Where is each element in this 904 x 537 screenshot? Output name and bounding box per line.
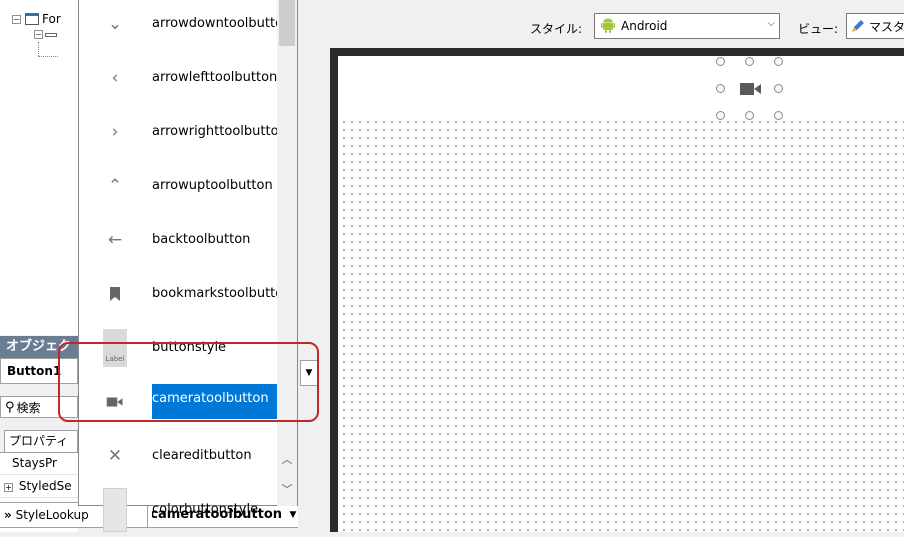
property-row[interactable]: StaysPr <box>0 453 78 475</box>
pencil-icon <box>852 20 864 32</box>
style-option[interactable]: ⌄ arrowdowntoolbutton <box>79 0 277 51</box>
scroll-down-icon[interactable]: ﹀ <box>279 480 295 500</box>
style-option[interactable]: colorbuttonstyle <box>79 483 277 537</box>
property-name: StaysPr <box>12 456 57 470</box>
tree-node-form[interactable]: − For <box>12 12 61 26</box>
form-icon <box>25 13 39 25</box>
search-placeholder: 検索 <box>16 400 41 415</box>
object-inspector-title: オブジェク <box>0 336 78 358</box>
tree-node-child[interactable]: − <box>34 30 57 39</box>
style-option[interactable]: ✕ cleareditbutton <box>79 429 277 483</box>
resize-handle[interactable] <box>774 84 783 93</box>
style-option-label: colorbuttonstyle <box>152 502 259 517</box>
style-option-label: arrowlefttoolbutton <box>152 70 277 85</box>
structure-tree: − For − <box>0 0 78 335</box>
style-option[interactable]: ← backtoolbutton <box>79 213 277 267</box>
style-selector[interactable]: Android ⌵ <box>594 13 780 39</box>
designer-toolbar: スタイル: Android ⌵ ビュー: マスタ <box>320 0 904 50</box>
style-option[interactable]: cameratoolbutton <box>79 375 277 429</box>
chevron-down-icon: ⌄ <box>107 14 123 34</box>
resize-handle[interactable] <box>716 84 725 93</box>
style-option[interactable]: › arrowrighttoolbutton <box>79 105 277 159</box>
resize-handle[interactable] <box>745 111 754 120</box>
collapse-icon[interactable]: − <box>12 14 21 24</box>
style-value: Android <box>621 19 668 33</box>
camera-icon[interactable] <box>740 81 762 97</box>
stylelookup-label: StyleLookup <box>15 508 89 522</box>
style-option[interactable]: ‹ arrowlefttoolbutton <box>79 51 277 105</box>
tab-properties[interactable]: プロパティ <box>4 430 78 452</box>
back-arrow-icon: ← <box>107 230 123 250</box>
chevron-down-icon[interactable]: ⌵ <box>767 18 775 29</box>
chevron-left-icon: ‹ <box>111 68 119 88</box>
search-icon: ⚲ <box>5 399 15 415</box>
style-option-label: buttonstyle <box>152 340 227 355</box>
style-option-label: bookmarkstoolbutton <box>152 286 277 301</box>
dropdown-scrollbar-thumb[interactable] <box>279 0 295 46</box>
chevron-right-icon: › <box>111 122 119 142</box>
resize-handle[interactable] <box>716 111 725 120</box>
bookmark-icon <box>79 267 151 321</box>
style-option-label: cleareditbutton <box>152 448 252 463</box>
property-name: StyledSe <box>18 479 72 493</box>
resize-handle[interactable] <box>774 111 783 120</box>
style-lookup-dropdown[interactable]: ⌄ arrowdowntoolbutton ‹ arrowlefttoolbutton… <box>78 0 298 532</box>
style-label: スタイル: <box>530 22 583 36</box>
form-design-grid[interactable] <box>338 116 904 532</box>
style-option-label: backtoolbutton <box>152 232 251 247</box>
clear-x-icon: ✕ <box>107 446 123 466</box>
dropdown-gap <box>298 0 320 532</box>
style-option-label: arrowrighttoolbutton <box>152 124 277 139</box>
label-button-icon: Label <box>79 321 151 375</box>
style-option[interactable]: Label buttonstyle <box>79 321 277 375</box>
scroll-up-icon[interactable]: ︿ <box>279 450 295 470</box>
resize-handle[interactable] <box>716 57 725 66</box>
tree-node-form-label: For <box>42 12 61 26</box>
expand-icon[interactable]: + <box>4 483 13 492</box>
component-selector[interactable]: Button1 <box>0 358 78 384</box>
style-option[interactable]: bookmarkstoolbutton <box>79 267 277 321</box>
current-property-marker-icon: » <box>4 508 12 522</box>
chevron-up-icon: ⌃ <box>107 176 123 196</box>
color-button-icon <box>79 483 151 537</box>
style-option-label: cameratoolbutton <box>152 384 277 419</box>
style-option-label: arrowdowntoolbutton <box>152 16 277 31</box>
style-option-label: arrowuptoolbutton <box>152 178 273 193</box>
camera-icon <box>79 375 151 429</box>
style-option[interactable]: ⌃ arrowuptoolbutton <box>79 159 277 213</box>
property-row[interactable]: + StyledSe <box>0 476 78 498</box>
dropdown-scrollbar[interactable] <box>277 0 297 506</box>
tree-connector <box>38 42 39 56</box>
component-dropdown-arrow-icon[interactable]: ▼ <box>300 360 318 386</box>
resize-handle[interactable] <box>774 57 783 66</box>
tree-connector <box>38 56 58 57</box>
button-node-icon <box>45 32 57 37</box>
view-label: ビュー: <box>798 22 839 36</box>
property-search[interactable]: ⚲ 検索 <box>0 396 78 418</box>
android-icon <box>601 18 615 33</box>
resize-handle[interactable] <box>745 57 754 66</box>
view-selector[interactable]: マスタ <box>846 13 904 39</box>
view-value: マスタ <box>869 19 904 34</box>
collapse-icon[interactable]: − <box>34 30 43 39</box>
